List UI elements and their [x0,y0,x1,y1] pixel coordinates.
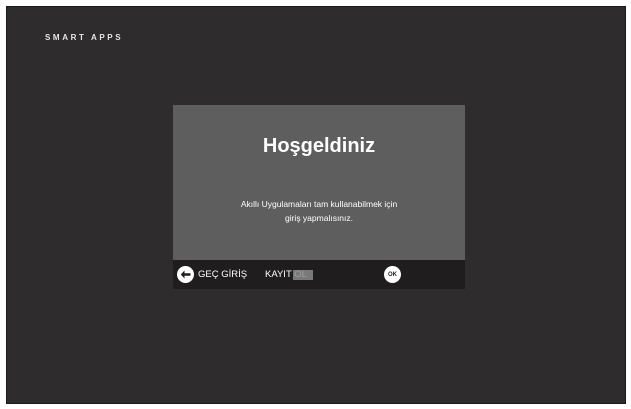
welcome-dialog: Hoşgeldiniz Akıllı Uygulamaları tam kull… [173,105,465,260]
app-title: SMART APPS [45,33,124,42]
dialog-message-line-2: giriş yapmalısınız. [284,213,354,223]
register-label: KAYIT OL [265,269,313,280]
dialog-message-line-1: Akıllı Uygulamaları tam kullanabilmek iç… [240,199,398,209]
ok-button[interactable]: OK [384,260,401,289]
focus-highlight [293,270,313,280]
tv-screen: SMART APPS Hoşgeldiniz Akıllı Uygulamala… [6,6,626,404]
dialog-title: Hoşgeldiniz [262,135,376,157]
dialog-button-bar: GEÇ GİRİŞ KAYIT OL OK [173,260,465,289]
register-button[interactable]: KAYIT OL [265,260,313,289]
skip-login-label: GEÇ GİRİŞ [198,269,248,280]
arrow-left-icon [177,266,194,283]
ok-icon: OK [384,266,401,283]
dialog-message: Akıllı Uygulamaları tam kullanabilmek iç… [203,197,435,225]
skip-login-button[interactable]: GEÇ GİRİŞ [177,260,247,289]
